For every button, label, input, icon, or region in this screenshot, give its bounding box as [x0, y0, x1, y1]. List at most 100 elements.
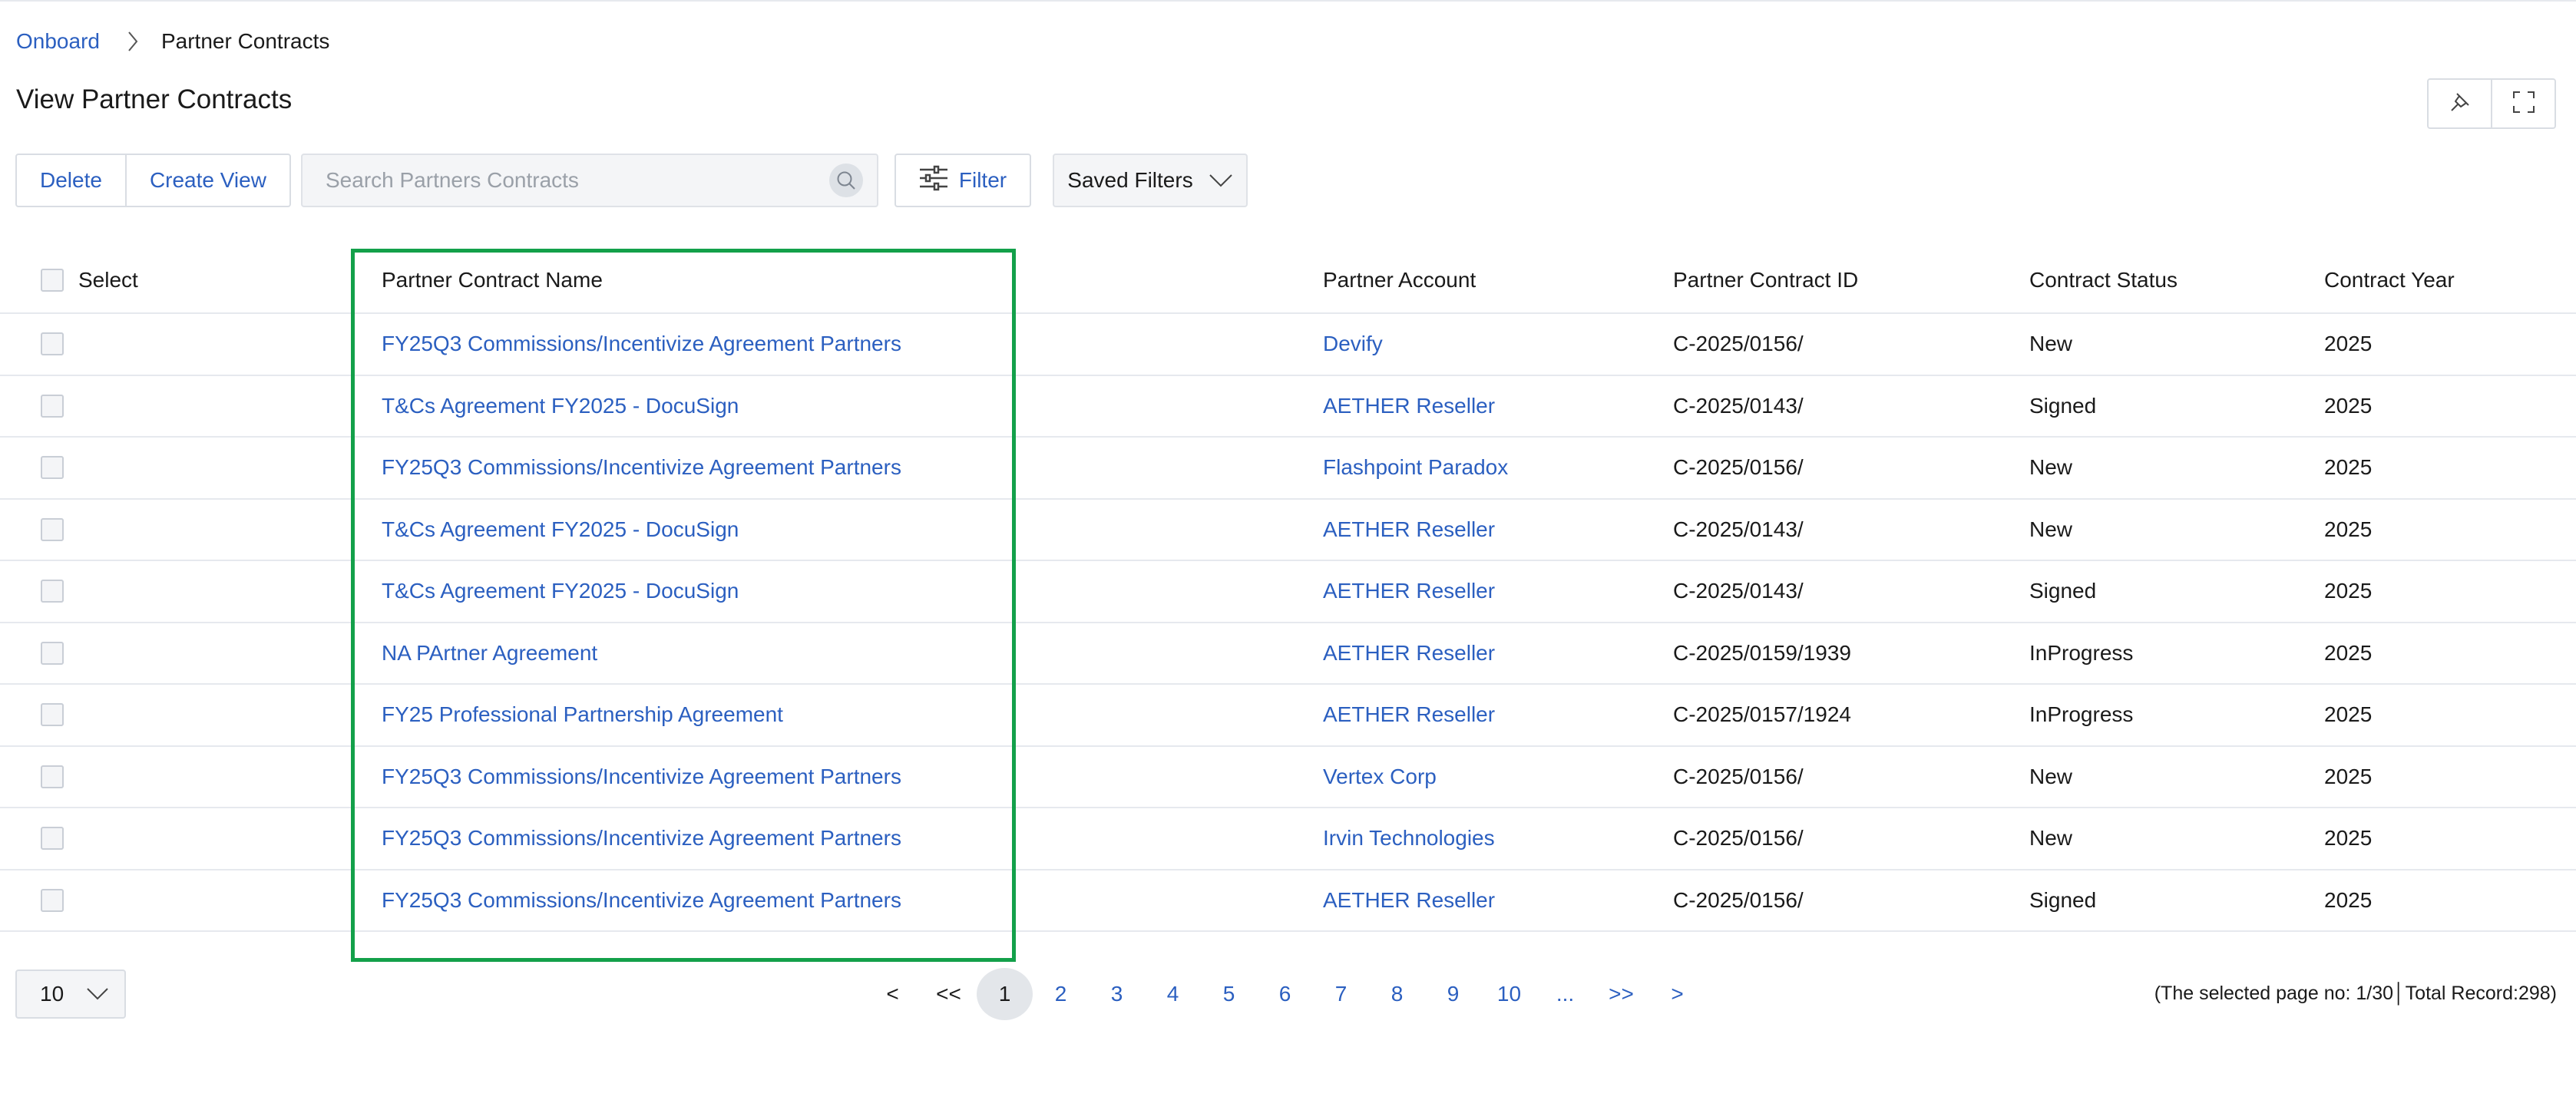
contract-name-link[interactable]: FY25Q3 Commissions/Incentivize Agreement… — [382, 314, 901, 375]
contract-name-link[interactable]: T&Cs Agreement FY2025 - DocuSign — [382, 561, 739, 622]
page-size-select[interactable]: 10 — [15, 970, 126, 1019]
contract-name-link[interactable]: NA PArtner Agreement — [382, 623, 597, 684]
page-title: View Partner Contracts — [16, 84, 293, 114]
row-checkbox[interactable] — [41, 394, 64, 418]
row-select-cell — [41, 314, 64, 375]
contract-name-link[interactable]: T&Cs Agreement FY2025 - DocuSign — [382, 500, 739, 560]
page-5-button[interactable]: 5 — [1201, 968, 1257, 1020]
filter-button[interactable]: Filter — [894, 154, 1031, 207]
table-row: FY25Q3 Commissions/Incentivize Agreement… — [0, 747, 2576, 808]
contract-name-link[interactable]: FY25Q3 Commissions/Incentivize Agreement… — [382, 747, 901, 808]
table-row: NA PArtner Agreement AETHER Reseller C-2… — [0, 623, 2576, 685]
contract-status: New — [2029, 332, 2073, 356]
table-row: FY25Q3 Commissions/Incentivize Agreement… — [0, 314, 2576, 376]
partner-contracts-table: Select Partner Contract Name Partner Acc… — [0, 248, 2576, 932]
page-4-button[interactable]: 4 — [1145, 968, 1201, 1020]
row-checkbox[interactable] — [41, 827, 64, 851]
partner-account-link[interactable]: AETHER Reseller — [1323, 870, 1495, 931]
partner-account-link[interactable]: AETHER Reseller — [1323, 500, 1495, 560]
page-9-button[interactable]: 9 — [1425, 968, 1481, 1020]
contract-status: Signed — [2029, 887, 2097, 912]
column-header-contract-year[interactable]: Contract Year — [2324, 248, 2455, 312]
contract-id: C-2025/0157/1924 — [1673, 702, 1851, 727]
contract-id: C-2025/0143/ — [1673, 393, 1804, 418]
row-checkbox[interactable] — [41, 580, 64, 603]
pin-button[interactable] — [2429, 80, 2491, 127]
row-select-cell — [41, 623, 64, 684]
create-view-button[interactable]: Create View — [124, 155, 289, 206]
contract-id: C-2025/0156/ — [1673, 455, 1804, 480]
sliders-icon — [919, 165, 948, 197]
pagination-status: (The selected page no: 1/30│Total Record… — [2154, 983, 2557, 1004]
column-header-contract-id[interactable]: Partner Contract ID — [1673, 248, 1858, 312]
page-8-button[interactable]: 8 — [1369, 968, 1425, 1020]
delete-button[interactable]: Delete — [17, 155, 125, 206]
partner-account-link[interactable]: AETHER Reseller — [1323, 685, 1495, 745]
row-select-cell — [41, 438, 64, 498]
search-input[interactable] — [303, 154, 829, 206]
breadcrumb: Onboard Partner Contracts — [16, 26, 329, 57]
breadcrumb-onboard-link[interactable]: Onboard — [16, 29, 100, 54]
next-page-button[interactable]: > — [1649, 968, 1705, 1020]
select-all-checkbox[interactable] — [41, 269, 64, 292]
partner-account-link[interactable]: Flashpoint Paradox — [1323, 438, 1508, 498]
top-divider — [0, 0, 2576, 2]
view-controls — [2427, 78, 2556, 129]
contract-status: New — [2029, 764, 2073, 788]
page-2-button[interactable]: 2 — [1033, 968, 1089, 1020]
contract-id: C-2025/0156/ — [1673, 826, 1804, 851]
contract-name-link[interactable]: T&Cs Agreement FY2025 - DocuSign — [382, 376, 739, 437]
search-box — [301, 154, 878, 207]
column-header-partner-account[interactable]: Partner Account — [1323, 248, 1476, 312]
table-row: T&Cs Agreement FY2025 - DocuSign AETHER … — [0, 500, 2576, 561]
contract-id: C-2025/0159/1939 — [1673, 640, 1851, 665]
contract-id: C-2025/0156/ — [1673, 764, 1804, 788]
partner-account-link[interactable]: AETHER Reseller — [1323, 376, 1495, 437]
partner-account-link[interactable]: Irvin Technologies — [1323, 808, 1495, 869]
contract-status: New — [2029, 826, 2073, 851]
contract-name-link[interactable]: FY25 Professional Partnership Agreement — [382, 685, 783, 745]
partner-account-link[interactable]: Vertex Corp — [1323, 747, 1437, 808]
row-checkbox[interactable] — [41, 641, 64, 665]
breadcrumb-current: Partner Contracts — [160, 29, 330, 53]
column-header-contract-name[interactable]: Partner Contract Name — [382, 248, 603, 312]
row-checkbox[interactable] — [41, 456, 64, 480]
page-1-button[interactable]: 1 — [977, 968, 1033, 1020]
row-checkbox[interactable] — [41, 517, 64, 541]
last-page-button[interactable]: >> — [1593, 968, 1649, 1020]
row-checkbox[interactable] — [41, 332, 64, 356]
partner-account-link[interactable]: AETHER Reseller — [1323, 623, 1495, 684]
pagination: < << 1 2 3 4 5 6 7 8 9 10 ... >> > — [865, 968, 1705, 1020]
saved-filters-dropdown[interactable]: Saved Filters — [1053, 154, 1248, 207]
contract-status: New — [2029, 455, 2073, 480]
row-select-cell — [41, 376, 64, 437]
contract-id: C-2025/0143/ — [1673, 517, 1804, 541]
page-7-button[interactable]: 7 — [1313, 968, 1369, 1020]
table-row: T&Cs Agreement FY2025 - DocuSign AETHER … — [0, 561, 2576, 623]
partner-account-link[interactable]: AETHER Reseller — [1323, 561, 1495, 622]
search-icon[interactable] — [829, 164, 863, 197]
contract-year: 2025 — [2324, 579, 2373, 603]
row-checkbox[interactable] — [41, 888, 64, 912]
row-checkbox[interactable] — [41, 703, 64, 727]
table-row: FY25Q3 Commissions/Incentivize Agreement… — [0, 808, 2576, 870]
prev-page-button[interactable]: < — [865, 968, 921, 1020]
page-10-button[interactable]: 10 — [1481, 968, 1537, 1020]
page-6-button[interactable]: 6 — [1257, 968, 1313, 1020]
filter-label: Filter — [958, 168, 1007, 192]
contract-year: 2025 — [2324, 393, 2373, 418]
chevron-down-icon — [86, 982, 109, 1006]
contract-name-link[interactable]: FY25Q3 Commissions/Incentivize Agreement… — [382, 870, 901, 931]
first-page-button[interactable]: << — [921, 968, 977, 1020]
contract-name-link[interactable]: FY25Q3 Commissions/Incentivize Agreement… — [382, 438, 901, 498]
partner-account-link[interactable]: Devify — [1323, 314, 1383, 375]
row-checkbox[interactable] — [41, 765, 64, 788]
contract-name-link[interactable]: FY25Q3 Commissions/Incentivize Agreement… — [382, 808, 901, 869]
page-3-button[interactable]: 3 — [1089, 968, 1145, 1020]
contract-year: 2025 — [2324, 332, 2373, 356]
contract-year: 2025 — [2324, 764, 2373, 788]
fullscreen-button[interactable] — [2491, 80, 2555, 127]
contract-year: 2025 — [2324, 702, 2373, 727]
contract-year: 2025 — [2324, 517, 2373, 541]
column-header-contract-status[interactable]: Contract Status — [2029, 248, 2178, 312]
